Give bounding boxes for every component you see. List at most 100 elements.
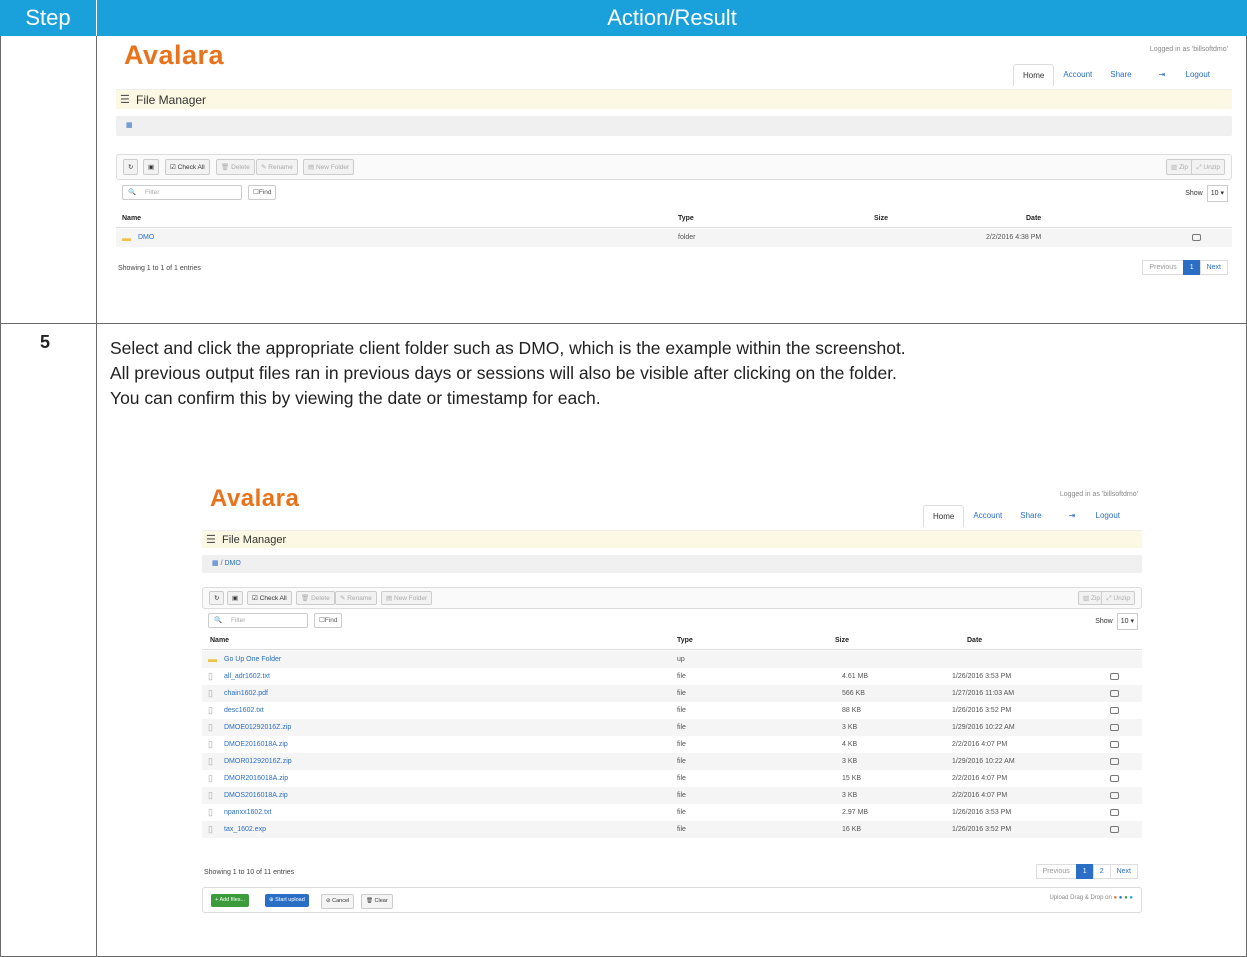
image-button[interactable]: ▣	[227, 591, 244, 605]
col-date[interactable]: Date	[1026, 211, 1041, 227]
show-select[interactable]: 10 ▾	[1116, 613, 1138, 630]
pager-previous[interactable]: Previous	[1142, 260, 1184, 275]
col-name[interactable]: Name	[122, 211, 141, 227]
nav-logout[interactable]: ⇥ Logout	[1051, 505, 1138, 527]
nav-home[interactable]: Home	[1012, 64, 1055, 86]
table-row[interactable]: ▯ DMOE01292016Z.zip file 3 KB 1/29/2016 10:2…	[202, 719, 1142, 736]
list-icon: ☰	[120, 94, 130, 106]
row-action-icon[interactable]	[1110, 740, 1119, 748]
file-name-link[interactable]: chain1602.pdf	[224, 685, 268, 702]
table-row[interactable]: ▬ Go Up One Folder up	[202, 651, 1142, 668]
table-row[interactable]: ▯ all_adr1602.txt file 4.61 MB 1/26/2016 3:5…	[202, 668, 1142, 685]
home-folder-icon[interactable]: ▦	[126, 122, 133, 129]
delete-button[interactable]: 🗑 Delete	[296, 591, 335, 605]
file-name-link[interactable]: DMOS2016018A.zip	[224, 787, 288, 804]
nav-account[interactable]: Account	[964, 505, 1011, 527]
pager-page[interactable]: 1	[1182, 260, 1201, 275]
col-type[interactable]: Type	[678, 211, 694, 227]
row-action-icon[interactable]	[1110, 706, 1119, 714]
row-action-icon[interactable]	[1110, 825, 1119, 833]
file-manager-screenshot-1: Avalara Logged in as 'billsoftdmo' Home …	[116, 40, 1232, 310]
filter-input[interactable]: 🔍 Filter	[208, 613, 308, 628]
new-folder-button[interactable]: ▤ New Folder	[381, 591, 433, 605]
file-name-link[interactable]: DMOE01292016Z.zip	[224, 719, 291, 736]
file-icon: ▯	[208, 773, 213, 783]
table-row[interactable]: ▯ DMOR01292016Z.zip file 3 KB 1/29/2016 10:2…	[202, 753, 1142, 770]
show-select[interactable]: 10 ▾	[1206, 185, 1228, 202]
col-type[interactable]: Type	[677, 633, 693, 649]
file-name-link[interactable]: Go Up One Folder	[224, 651, 281, 668]
file-name-link[interactable]: tax_1602.exp	[224, 821, 266, 838]
nav-share[interactable]: Share	[1011, 505, 1050, 527]
pager-previous[interactable]: Previous	[1035, 864, 1077, 879]
col-date[interactable]: Date	[967, 633, 982, 649]
table-row[interactable]: ▯ DMOS2016018A.zip file 3 KB 2/2/2016 4:07 P…	[202, 787, 1142, 804]
file-type: file	[677, 707, 686, 714]
unzip-button[interactable]: ⤢ Unzip	[1191, 159, 1225, 175]
add-files-button[interactable]: + Add files...	[211, 894, 250, 907]
row-action-icon[interactable]	[1110, 689, 1119, 697]
file-date: 1/29/2016 10:22 AM	[952, 724, 1015, 731]
file-size: 4.61 MB	[842, 673, 869, 680]
home-folder-icon[interactable]: ▦	[212, 560, 219, 567]
table-row[interactable]: ▬ DMO folder 2/2/2016 4:38 PM	[116, 229, 1232, 247]
find-checkbox[interactable]: ☐Find	[314, 613, 343, 628]
unzip-button[interactable]: ⤢ Unzip	[1101, 591, 1135, 605]
pager-next[interactable]: Next	[1199, 260, 1228, 275]
nav-home[interactable]: Home	[922, 505, 965, 527]
row-action-icon[interactable]	[1192, 234, 1201, 241]
table-row[interactable]: ▯ npanxx1602.txt file 2.97 MB 1/26/2016 3:53…	[202, 804, 1142, 821]
pager-page[interactable]: 1	[1075, 864, 1094, 879]
file-type: file	[677, 690, 686, 697]
file-name-link[interactable]: DMOE2016018A.zip	[224, 736, 288, 753]
file-name-link[interactable]: DMOR01292016Z.zip	[224, 753, 292, 770]
rename-button[interactable]: ✎ Rename	[335, 591, 377, 605]
nav-account[interactable]: Account	[1054, 64, 1101, 86]
new-folder-button[interactable]: ▤ New Folder	[303, 159, 355, 175]
toolbar: ↻ ▣ ☑ Check All 🗑 Delete ✎ Rename ▤ New …	[116, 154, 1232, 180]
col-size[interactable]: Size	[874, 211, 888, 227]
delete-button[interactable]: 🗑 Delete	[216, 159, 255, 175]
file-name-link[interactable]: npanxx1602.txt	[224, 804, 271, 821]
row-action-icon[interactable]	[1110, 774, 1119, 782]
file-name-link[interactable]: all_adr1602.txt	[224, 668, 270, 685]
check-all-button[interactable]: ☑ Check All	[247, 591, 292, 605]
col-size[interactable]: Size	[835, 633, 849, 649]
logout-icon: ⇥	[1068, 511, 1078, 520]
row-action-icon[interactable]	[1110, 757, 1119, 765]
table-row[interactable]: ▯ chain1602.pdf file 566 KB 1/27/2016 11:03 …	[202, 685, 1142, 702]
row-action-icon[interactable]	[1110, 791, 1119, 799]
file-date: 2/2/2016 4:07 PM	[952, 775, 1008, 782]
col-name[interactable]: Name	[210, 633, 229, 649]
file-name-link[interactable]: DMOR2016018A.zip	[224, 770, 288, 787]
table-row[interactable]: ▯ desc1602.txt file 88 KB 1/26/2016 3:52 PM	[202, 702, 1142, 719]
row-action-icon[interactable]	[1110, 672, 1119, 680]
pager-page[interactable]: 2	[1092, 864, 1111, 879]
filter-input[interactable]: 🔍 Filter	[122, 185, 242, 200]
cancel-button[interactable]: ⊘ Cancel	[321, 894, 355, 909]
file-type: file	[677, 673, 686, 680]
rename-button[interactable]: ✎ Rename	[256, 159, 298, 175]
refresh-button[interactable]: ↻	[123, 159, 139, 175]
breadcrumb-folder[interactable]: DMO	[224, 560, 240, 567]
file-type: file	[677, 741, 686, 748]
refresh-button[interactable]: ↻	[209, 591, 225, 605]
pager-next[interactable]: Next	[1109, 864, 1138, 879]
zip-button[interactable]: ▥ Zip	[1166, 159, 1193, 175]
image-button[interactable]: ▣	[143, 159, 160, 175]
nav-logout[interactable]: ⇥ Logout	[1141, 64, 1228, 86]
file-name-link[interactable]: DMO	[138, 229, 154, 247]
table-row[interactable]: ▯ DMOE2016018A.zip file 4 KB 2/2/2016 4:07 P…	[202, 736, 1142, 753]
file-name-link[interactable]: desc1602.txt	[224, 702, 264, 719]
nav-share[interactable]: Share	[1101, 64, 1140, 86]
step-number: 5	[40, 332, 51, 352]
check-all-button[interactable]: ☑ Check All	[165, 159, 210, 175]
find-checkbox[interactable]: ☐Find	[248, 185, 277, 200]
table-row[interactable]: ▯ DMOR2016018A.zip file 15 KB 2/2/2016 4:07 …	[202, 770, 1142, 787]
table-row[interactable]: ▯ tax_1602.exp file 16 KB 1/26/2016 3:52 PM	[202, 821, 1142, 838]
clear-button[interactable]: 🗑 Clear	[361, 894, 393, 909]
start-upload-button[interactable]: ⊕ Start upload	[265, 894, 309, 907]
row-action-icon[interactable]	[1110, 808, 1119, 816]
row-action-icon[interactable]	[1110, 723, 1119, 731]
file-type: folder	[678, 234, 696, 241]
